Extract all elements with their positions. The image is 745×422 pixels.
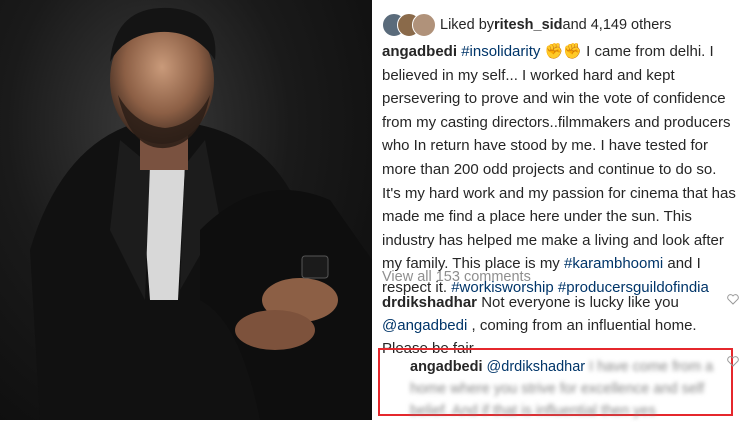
comment-text: Not everyone is lucky like you	[477, 294, 679, 311]
heart-icon[interactable]	[727, 356, 739, 367]
reply-username-link[interactable]: angadbedi	[410, 359, 483, 375]
man-portrait-image	[30, 7, 372, 420]
caption-text: I came from delhi. I believed in my self…	[382, 43, 736, 273]
likes-suffix: and 4,149 others	[562, 17, 672, 33]
hashtag-link[interactable]: #insolidarity	[461, 43, 540, 60]
fist-emoji: ✊✊	[544, 43, 582, 60]
post-photo	[0, 0, 372, 420]
likes-prefix: Liked by	[440, 17, 495, 33]
liker-username-link[interactable]: ritesh_sid	[494, 17, 563, 33]
avatar[interactable]	[412, 13, 436, 37]
heart-icon[interactable]	[727, 294, 739, 305]
mention-link[interactable]: @drdikshadhar	[487, 359, 586, 375]
mention-link[interactable]: @angadbedi	[382, 317, 467, 334]
caption-username-link[interactable]: angadbedi	[382, 43, 457, 60]
hashtag-link[interactable]: #karambhoomi	[564, 255, 663, 272]
reply-comment: angadbedi @drdikshadhar I have come from…	[410, 356, 728, 422]
post-caption: angadbedi #insolidarity ✊✊ I came from d…	[382, 40, 738, 300]
comments-panel: Liked by ritesh_sid and 4,149 others ang…	[372, 0, 745, 420]
likes-row: Liked by ritesh_sid and 4,149 others	[382, 12, 671, 38]
comment-username-link[interactable]: drdikshadhar	[382, 294, 477, 311]
view-all-comments-link[interactable]: View all 153 comments	[382, 269, 531, 285]
liker-avatars	[382, 13, 436, 37]
